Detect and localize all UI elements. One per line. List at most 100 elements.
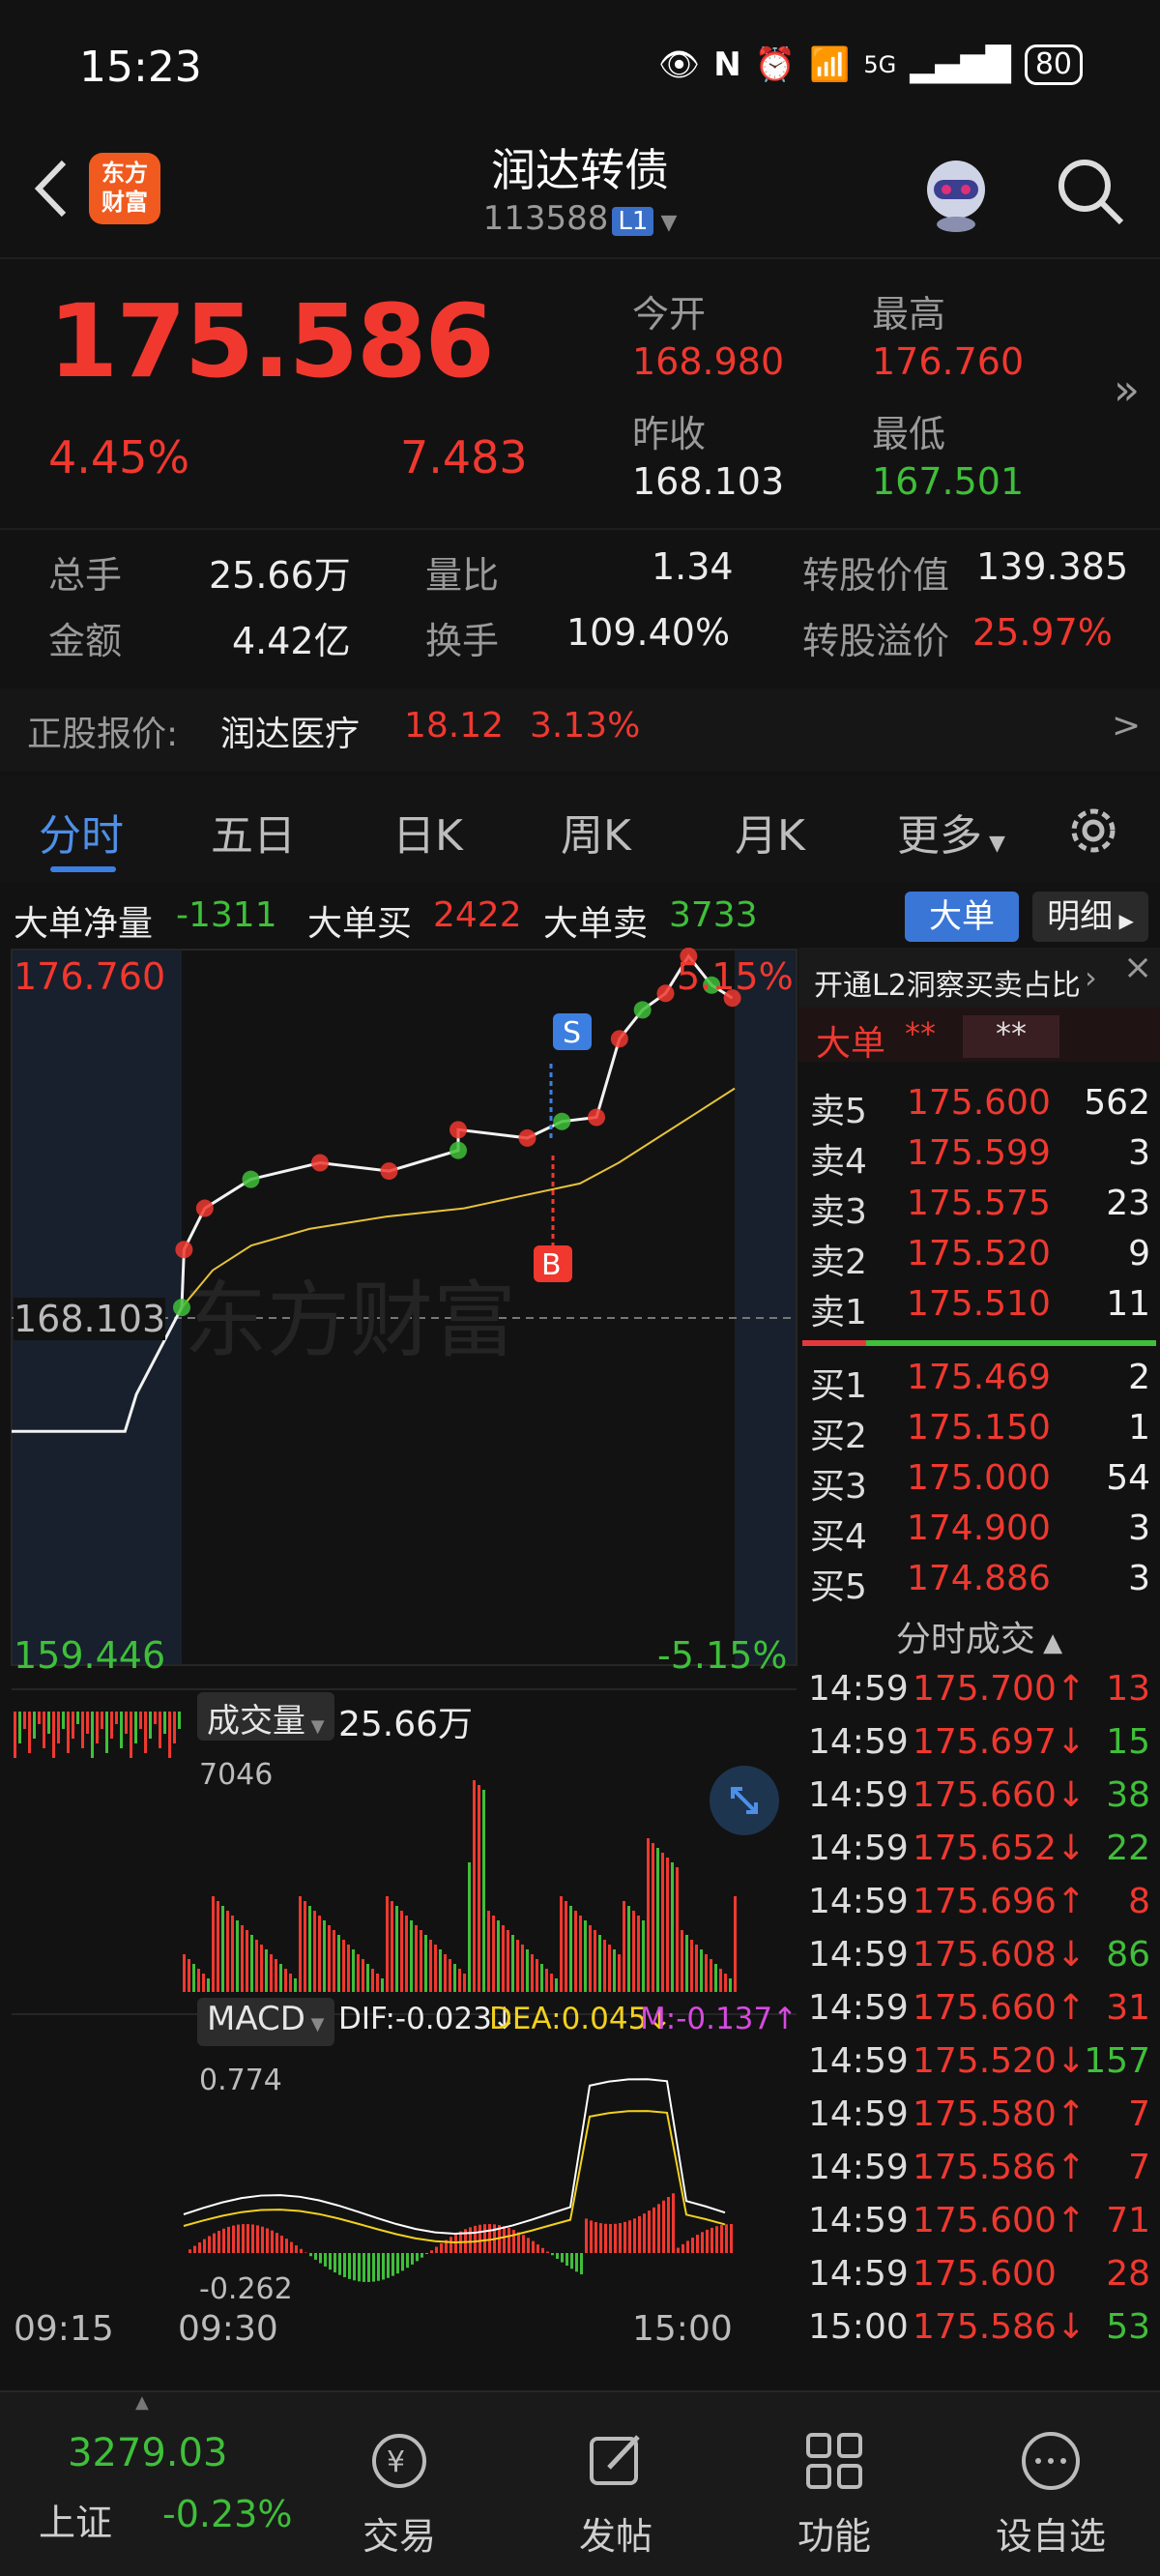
trade-qty: 22 bbox=[1106, 1829, 1150, 1868]
volume-bar bbox=[584, 1920, 587, 1992]
volume-bar bbox=[337, 1935, 340, 1992]
caret-down-icon: ▼ bbox=[982, 832, 1005, 856]
trade-row: 14:59 175.600↑ 71 bbox=[798, 2197, 1160, 2249]
macd-bar bbox=[696, 2235, 699, 2253]
level-qty: 562 bbox=[1084, 1083, 1150, 1123]
macd-bar bbox=[575, 2253, 578, 2272]
trade-signal-dot bbox=[610, 1030, 628, 1048]
l2-promo-banner[interactable]: 开通L2洞察买卖占比 › × bbox=[798, 948, 1160, 1008]
trade-label[interactable]: 交易 bbox=[332, 2506, 467, 2560]
order-book-row[interactable]: 买4 174.900 3 bbox=[798, 1505, 1160, 1557]
level-price: 175.599 bbox=[907, 1133, 1051, 1173]
volume-bar bbox=[188, 1959, 190, 1992]
bottom-pct-label: -5.15% bbox=[657, 1634, 788, 1677]
macd-bar bbox=[652, 2207, 655, 2253]
level-label: 卖3 bbox=[810, 1192, 867, 1232]
volume-bar bbox=[236, 1920, 239, 1992]
macd-bar bbox=[566, 2253, 568, 2267]
search-icon[interactable] bbox=[1052, 153, 1129, 230]
volume-bar bbox=[173, 1712, 176, 1743]
volume-bar bbox=[130, 1712, 132, 1758]
robot-assistant-icon[interactable] bbox=[913, 149, 1000, 236]
big-order-button[interactable]: 大单 bbox=[905, 892, 1019, 942]
volume-bar bbox=[33, 1712, 36, 1739]
expand-chart-button[interactable] bbox=[710, 1766, 779, 1835]
detail-button-label: 明细 bbox=[1047, 897, 1114, 936]
intraday-chart[interactable]: 东方财富 S B 176.760 5.15% 168.103 159.446 -… bbox=[0, 947, 798, 2369]
detail-button[interactable]: 明细 ▶ bbox=[1032, 892, 1148, 942]
trade-price: 175.586↓ bbox=[913, 2307, 1087, 2347]
low-label: 最低 bbox=[872, 413, 946, 455]
volume-bar bbox=[719, 1969, 722, 1992]
macd-bar bbox=[256, 2225, 259, 2253]
volume-bar bbox=[265, 1949, 268, 1992]
volume-bar bbox=[139, 1712, 142, 1729]
order-book-row[interactable]: 买2 175.150 1 bbox=[798, 1404, 1160, 1456]
volume-bar bbox=[613, 1949, 616, 1992]
post-icon[interactable] bbox=[582, 2427, 650, 2495]
top-price-label: 176.760 bbox=[14, 955, 166, 998]
volume-bar bbox=[125, 1712, 128, 1734]
post-label[interactable]: 发帖 bbox=[548, 2506, 683, 2560]
macd-indicator-select[interactable]: MACD ▼ bbox=[197, 1998, 334, 2046]
trade-signal-dot bbox=[175, 1241, 193, 1259]
trade-signal-dot bbox=[656, 984, 675, 1003]
macd-bar bbox=[667, 2196, 670, 2253]
macd-bar bbox=[261, 2226, 264, 2253]
gear-icon[interactable] bbox=[1063, 801, 1123, 861]
order-book-row[interactable]: 买1 175.469 2 bbox=[798, 1354, 1160, 1406]
tab-monthly-k[interactable]: 月K bbox=[735, 801, 805, 863]
volume-value: 25.66万 bbox=[209, 554, 351, 597]
level-price: 175.150 bbox=[907, 1408, 1051, 1448]
function-grid-icon[interactable] bbox=[800, 2427, 868, 2495]
trade-row: 14:59 175.652↓ 22 bbox=[798, 1825, 1160, 1877]
order-book-row[interactable]: 卖2 175.520 9 bbox=[798, 1230, 1160, 1282]
volume-bar bbox=[250, 1935, 253, 1992]
macd-bar bbox=[706, 2229, 709, 2253]
volume-indicator-select[interactable]: 成交量 ▼ bbox=[197, 1692, 334, 1741]
index-name[interactable]: 上证 bbox=[39, 2493, 112, 2546]
vol-ratio-value: 1.34 bbox=[652, 545, 734, 588]
volume-bar bbox=[67, 1712, 70, 1753]
volume-bar bbox=[463, 1974, 466, 1992]
level-price: 174.886 bbox=[907, 1559, 1051, 1598]
index-value[interactable]: 3279.03 bbox=[68, 2431, 227, 2475]
watchlist-label[interactable]: 设自选 bbox=[983, 2506, 1118, 2560]
volume-bar bbox=[458, 1969, 461, 1992]
trade-row: 14:59 175.660↑ 31 bbox=[798, 1984, 1160, 2036]
index-pct[interactable]: -0.23% bbox=[162, 2493, 292, 2535]
macd-bar bbox=[188, 2249, 191, 2253]
volume-bar bbox=[43, 1712, 45, 1748]
status-time: 15:23 bbox=[79, 43, 202, 92]
close-icon[interactable]: × bbox=[1123, 948, 1152, 987]
trade-time: 14:59 bbox=[808, 1829, 909, 1868]
order-book-row[interactable]: 卖3 175.575 23 bbox=[798, 1180, 1160, 1232]
add-watchlist-icon[interactable] bbox=[1017, 2427, 1085, 2495]
macd-bar bbox=[561, 2253, 564, 2263]
volume-bar bbox=[376, 1974, 379, 1992]
order-book-row[interactable]: 买3 175.000 54 bbox=[798, 1454, 1160, 1507]
macd-bar bbox=[416, 2253, 419, 2262]
trade-row: 14:59 175.697↓ 15 bbox=[798, 1718, 1160, 1771]
function-label[interactable]: 功能 bbox=[767, 2506, 902, 2560]
trade-signal-dot bbox=[242, 1170, 260, 1188]
trade-icon[interactable]: ¥ bbox=[365, 2427, 433, 2495]
tab-5day[interactable]: 五日 bbox=[211, 801, 296, 863]
tab-daily-k[interactable]: 日K bbox=[392, 801, 463, 863]
order-book-row[interactable]: 买5 174.886 3 bbox=[798, 1555, 1160, 1607]
trades-header[interactable]: 分时成交 ▲ bbox=[798, 1611, 1160, 1663]
tab-more[interactable]: 更多 ▼ bbox=[897, 801, 1005, 863]
volume-bar bbox=[695, 1945, 698, 1992]
macd-bar bbox=[648, 2210, 651, 2253]
tab-intraday[interactable]: 分时 bbox=[39, 801, 124, 863]
order-book-row[interactable]: 卖1 175.510 11 bbox=[798, 1280, 1160, 1332]
tab-weekly-k[interactable]: 周K bbox=[561, 801, 631, 863]
chevron-right-double-icon[interactable]: » bbox=[1114, 366, 1140, 415]
underlying-stock-row[interactable]: 正股报价: 润达医疗 18.12 3.13% > bbox=[0, 688, 1160, 772]
order-book-row[interactable]: 卖5 175.600 562 bbox=[798, 1079, 1160, 1131]
security-code-text: 113588 bbox=[482, 199, 609, 238]
trade-qty: 157 bbox=[1084, 2041, 1150, 2081]
volume-bar bbox=[178, 1712, 181, 1729]
order-book-row[interactable]: 卖4 175.599 3 bbox=[798, 1129, 1160, 1182]
trade-row: 14:59 175.580↑ 7 bbox=[798, 2091, 1160, 2143]
